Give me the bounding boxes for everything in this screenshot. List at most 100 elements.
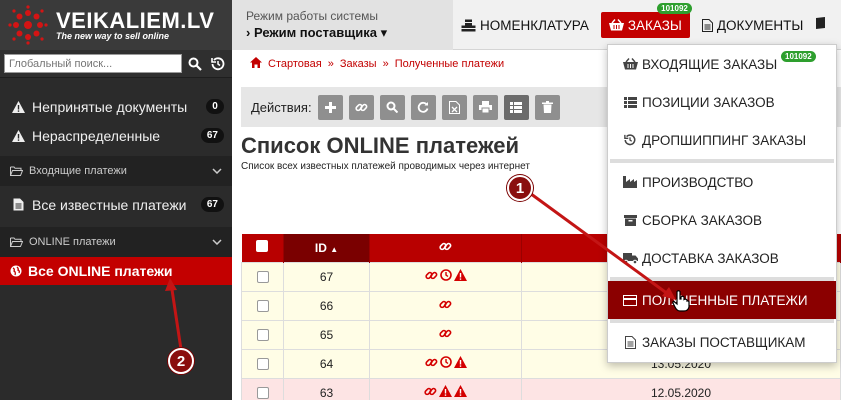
status-icons-cell[interactable]	[369, 348, 522, 379]
hand-cursor-icon	[672, 290, 690, 315]
logo-title: VEIKALIEM.LV	[56, 7, 215, 33]
row-select-cell[interactable]	[241, 290, 284, 321]
nav-orders[interactable]: ЗАКАЗЫ 101092	[600, 3, 692, 38]
sidebar-item-unaccepted-documents[interactable]: Непринятые документы 0	[0, 92, 232, 121]
table-row[interactable]: 63 12.05.2020	[241, 377, 841, 400]
sidebar-group-online-payments[interactable]: ONLINE платежи	[0, 227, 232, 257]
history-icon	[622, 134, 638, 146]
nav-label: ЗАКАЗЫ	[627, 17, 682, 33]
row-select-cell[interactable]	[241, 377, 284, 400]
basket-icon	[608, 19, 624, 31]
status-icons-cell[interactable]	[369, 290, 522, 321]
orders-dropdown-menu: ВХОДЯЩИЕ ЗАКАЗЫ 101092 ПОЗИЦИИ ЗАКАЗОВ Д…	[607, 44, 837, 363]
menu-item-order-delivery[interactable]: ДОСТАВКА ЗАКАЗОВ	[608, 239, 836, 277]
logo[interactable]: VEIKALIEM.LV The new way to sell online	[0, 0, 232, 50]
menu-item-label: ДРОПШИППИНГ ЗАКАЗЫ	[642, 132, 807, 148]
page-subtitle: Список всех известных платежей проводимы…	[241, 161, 530, 172]
select-all-checkbox[interactable]	[256, 240, 269, 253]
menu-item-order-assembly[interactable]: СБОРКА ЗАКАЗОВ	[608, 201, 836, 239]
warning-icon	[453, 356, 467, 368]
status-icons-cell[interactable]	[369, 261, 522, 292]
document-icon	[10, 198, 26, 211]
row-checkbox[interactable]	[256, 358, 269, 371]
export-excel-button[interactable]	[441, 94, 467, 120]
id-cell: 67	[283, 261, 370, 292]
row-checkbox[interactable]	[256, 300, 269, 313]
sidebar-item-all-online-payments[interactable]: Все ONLINE платежи	[0, 257, 232, 285]
print-icon	[478, 101, 492, 113]
sort-icon: ▲	[330, 244, 339, 254]
sidebar-item-known-payments[interactable]: Все известные платежи 67	[0, 190, 232, 219]
incoming-orders-badge: 101092	[781, 51, 816, 62]
breadcrumb-home[interactable]: Стартовая	[268, 58, 322, 70]
mode-label: Режим работы системы	[246, 9, 379, 23]
toolbar-label: Действия:	[251, 99, 312, 115]
status-icons-cell[interactable]	[369, 377, 522, 400]
row-checkbox[interactable]	[256, 387, 269, 400]
warning-icon	[453, 269, 467, 281]
id-header-label: ID	[314, 240, 327, 255]
table-icon	[510, 101, 523, 113]
print-button[interactable]	[472, 94, 498, 120]
refresh-button[interactable]	[410, 94, 436, 120]
nav-nomenclature[interactable]: НОМЕНКЛАТУРА	[453, 0, 597, 50]
folder-open-icon	[10, 237, 23, 247]
status-icons-cell[interactable]	[369, 319, 522, 350]
link-column-header[interactable]	[369, 234, 522, 262]
chevron-down-icon[interactable]	[212, 236, 222, 248]
delete-button[interactable]	[534, 94, 560, 120]
nav-documents[interactable]: ДОКУМЕНТЫ	[694, 0, 811, 50]
refresh-icon	[417, 101, 429, 113]
sidebar-group-incoming-payments[interactable]: Входящие платежи	[0, 156, 232, 186]
add-button[interactable]	[317, 94, 343, 120]
folder-open-icon	[10, 166, 23, 176]
sidebar-item-unallocated[interactable]: Нераспределенные 67	[0, 121, 232, 150]
sidebar-item-label: Нераспределенные	[32, 127, 161, 144]
mode-chevron-right-icon: ›	[246, 25, 251, 40]
chevron-down-icon[interactable]	[212, 165, 222, 177]
logo-icon	[8, 5, 48, 45]
link-icon	[439, 300, 452, 308]
id-cell: 64	[283, 348, 370, 379]
warning-icon	[439, 385, 452, 397]
global-search-input[interactable]	[4, 54, 182, 73]
plus-icon	[324, 101, 336, 113]
row-select-cell[interactable]	[241, 348, 284, 379]
menu-item-label: ВХОДЯЩИЕ ЗАКАЗЫ	[642, 56, 778, 72]
row-checkbox[interactable]	[256, 329, 269, 342]
menu-item-dropshipping-orders[interactable]: ДРОПШИППИНГ ЗАКАЗЫ	[608, 121, 836, 159]
menu-item-incoming-orders[interactable]: ВХОДЯЩИЕ ЗАКАЗЫ 101092	[608, 45, 836, 83]
basket-icon	[622, 58, 638, 70]
truck-icon	[622, 252, 638, 264]
history-icon[interactable]	[208, 54, 228, 74]
menu-item-supplier-orders[interactable]: ЗАКАЗЫ ПОСТАВЩИКАМ	[608, 323, 836, 361]
system-mode-selector[interactable]: Режим работы системы › Режим поставщика …	[232, 0, 453, 50]
mode-value[interactable]: › Режим поставщика ▾	[246, 25, 453, 41]
home-icon[interactable]	[250, 57, 262, 71]
sidebar-item-label: Все ONLINE платежи	[28, 263, 173, 279]
columns-button[interactable]	[503, 94, 529, 120]
link-icon	[439, 329, 452, 337]
select-all-header[interactable]	[241, 234, 284, 262]
menu-item-label: ПОЗИЦИИ ЗАКАЗОВ	[642, 94, 775, 110]
link-button[interactable]	[348, 94, 374, 120]
menu-item-received-payments[interactable]: ПОЛУЧЕННЫЕ ПЛАТЕЖИ	[608, 281, 836, 319]
sidebar-item-label: Все известные платежи	[32, 196, 187, 213]
row-select-cell[interactable]	[241, 319, 284, 350]
page-title: Список ONLINE платежей	[241, 133, 520, 158]
menu-item-label: ЗАКАЗЫ ПОСТАВЩИКАМ	[642, 334, 806, 350]
menu-item-production[interactable]: ПРОИЗВОДСТВО	[608, 163, 836, 201]
breadcrumb-orders[interactable]: Заказы	[340, 58, 377, 70]
row-select-cell[interactable]	[241, 261, 284, 292]
id-cell: 66	[283, 290, 370, 321]
id-column-header[interactable]: ID ▲	[283, 234, 370, 262]
nav-more[interactable]	[811, 0, 830, 50]
menu-item-order-positions[interactable]: ПОЗИЦИИ ЗАКАЗОВ	[608, 83, 836, 121]
search-icon[interactable]	[185, 54, 205, 74]
id-cell: 65	[283, 319, 370, 350]
caret-down-icon: ▾	[380, 25, 388, 40]
excel-file-icon	[448, 100, 460, 114]
row-checkbox[interactable]	[256, 271, 269, 284]
search-button[interactable]	[379, 94, 405, 120]
menu-item-label: СБОРКА ЗАКАЗОВ	[642, 212, 762, 228]
